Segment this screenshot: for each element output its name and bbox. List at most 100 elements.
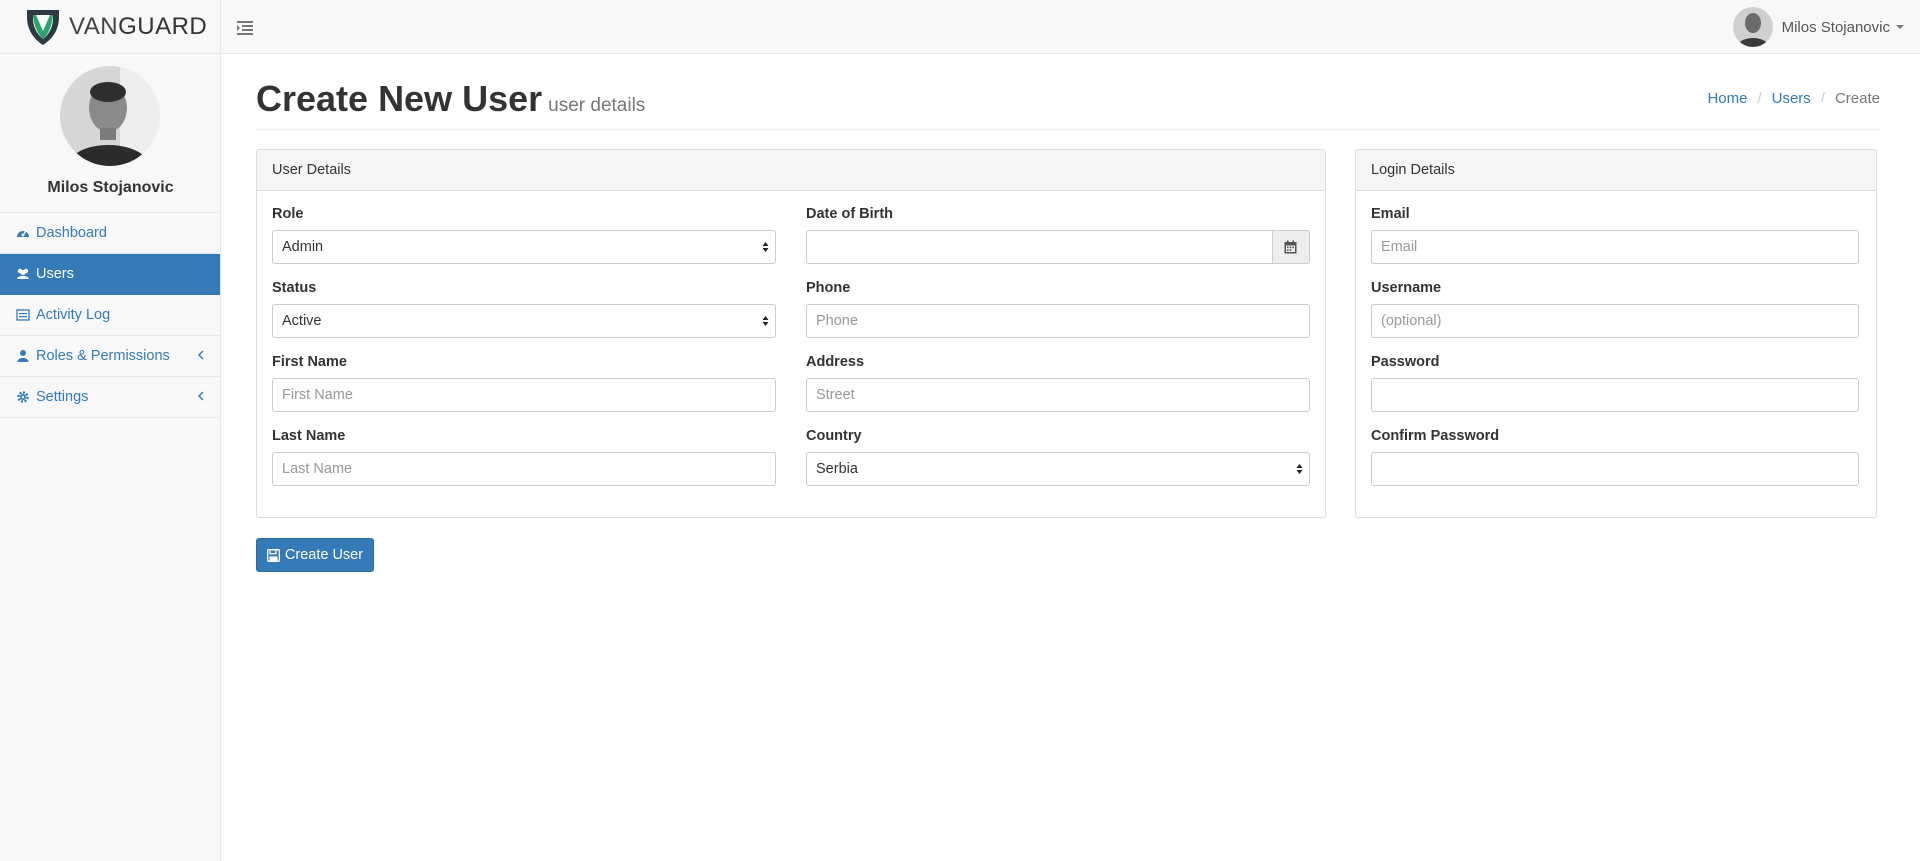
- sidebar-profile: Milos Stojanovic: [0, 54, 220, 213]
- dashboard-icon: [17, 230, 29, 237]
- breadcrumb-home-link[interactable]: Home: [1707, 90, 1747, 107]
- login-details-panel: Login Details Email Email Username (opti…: [1355, 149, 1877, 518]
- create-user-button[interactable]: Create User: [256, 538, 374, 572]
- password-input[interactable]: [1371, 378, 1859, 412]
- sidebar-item-label: Dashboard: [36, 225, 107, 241]
- address-label: Address: [806, 354, 865, 370]
- username-label: Username: [1371, 280, 1442, 296]
- page-title: Create New User user details: [256, 78, 645, 120]
- calendar-button[interactable]: [1272, 230, 1310, 264]
- select-arrows-icon: [762, 316, 769, 326]
- user-details-heading: User Details: [257, 150, 1325, 191]
- sidebar-item-label: Settings: [36, 389, 89, 405]
- login-details-heading: Login Details: [1356, 150, 1876, 191]
- role-select[interactable]: Admin: [272, 230, 776, 264]
- phone-placeholder: Phone: [816, 313, 858, 329]
- address-input[interactable]: Street: [806, 378, 1310, 412]
- select-arrows-icon: [1296, 464, 1303, 474]
- breadcrumb-users-link[interactable]: Users: [1772, 90, 1811, 107]
- first-name-input[interactable]: First Name: [272, 378, 776, 412]
- sidebar-item-users[interactable]: Users: [0, 254, 220, 295]
- breadcrumb-separator: /: [1757, 90, 1762, 107]
- username-placeholder: (optional): [1381, 313, 1442, 329]
- country-select[interactable]: Serbia: [806, 452, 1310, 486]
- phone-field: Phone Phone: [806, 280, 1310, 338]
- username-input[interactable]: (optional): [1371, 304, 1859, 338]
- phone-label: Phone: [806, 280, 851, 296]
- breadcrumb-separator: /: [1820, 90, 1825, 107]
- create-user-label: Create User: [284, 547, 364, 563]
- page-subtitle: user details: [548, 95, 646, 116]
- email-label: Email: [1371, 206, 1410, 222]
- last-name-input[interactable]: Last Name: [272, 452, 776, 486]
- select-arrows-icon: [762, 242, 769, 252]
- phone-input[interactable]: Phone: [806, 304, 1310, 338]
- profile-name: Milos Stojanovic: [47, 179, 174, 196]
- last-name-field: Last Name Last Name: [272, 428, 776, 486]
- country-field: Country Serbia: [806, 428, 1310, 486]
- user-menu-dropdown[interactable]: Milos Stojanovic: [1732, 6, 1904, 48]
- calendar-icon: [1284, 240, 1297, 254]
- avatar: [1732, 7, 1773, 47]
- brand-name-light: VAN: [69, 13, 119, 40]
- sidebar-item-label: Roles & Permissions: [36, 348, 170, 364]
- last-name-placeholder: Last Name: [282, 461, 353, 477]
- password-label: Password: [1371, 354, 1440, 370]
- vanguard-shield-logo-icon: [27, 10, 59, 45]
- breadcrumb: Home / Users / Create: [1707, 90, 1880, 107]
- brand-name-bold: GUARD: [118, 13, 208, 40]
- address-placeholder: Street: [816, 387, 855, 403]
- sidebar-item-roles-permissions[interactable]: Roles & Permissions: [0, 336, 220, 377]
- status-field: Status Active: [272, 280, 776, 338]
- role-selected-value: Admin: [282, 239, 324, 255]
- chevron-left-icon: [197, 391, 204, 401]
- email-placeholder: Email: [1381, 239, 1418, 255]
- sidebar-item-dashboard[interactable]: Dashboard: [0, 213, 220, 254]
- caret-down-icon: [1896, 25, 1904, 29]
- sidebar-item-settings[interactable]: Settings: [0, 377, 220, 418]
- user-details-panel: User Details Role Admin Status Active Fi…: [256, 149, 1326, 518]
- role-field: Role Admin: [272, 206, 776, 264]
- sidebar-item-label: Activity Log: [36, 307, 111, 323]
- profile-avatar: [60, 66, 160, 166]
- user-name: Milos Stojanovic: [1781, 18, 1890, 36]
- first-name-label: First Name: [272, 354, 347, 370]
- save-icon: [266, 548, 280, 562]
- users-icon: [17, 268, 29, 279]
- brand-logo-link[interactable]: VANGUARD: [0, 0, 221, 54]
- status-selected-value: Active: [282, 313, 322, 329]
- brand-name: VANGUARD: [69, 13, 207, 41]
- sidebar-item-label: Users: [36, 266, 74, 282]
- date-of-birth-field: Date of Birth: [806, 206, 1310, 264]
- main-content: Create New User user details Home / Users…: [221, 54, 1920, 861]
- status-label: Status: [272, 280, 317, 296]
- confirm-password-input[interactable]: [1371, 452, 1859, 486]
- confirm-password-label: Confirm Password: [1371, 428, 1500, 444]
- email-input[interactable]: Email: [1371, 230, 1859, 264]
- email-field: Email Email: [1371, 206, 1859, 264]
- country-selected-value: Serbia: [816, 461, 858, 477]
- role-label: Role: [272, 206, 304, 222]
- confirm-password-field: Confirm Password: [1371, 428, 1859, 486]
- country-label: Country: [806, 428, 862, 444]
- status-select[interactable]: Active: [272, 304, 776, 338]
- date-of-birth-label: Date of Birth: [806, 206, 893, 222]
- list-icon: [16, 309, 30, 321]
- address-field: Address Street: [806, 354, 1310, 412]
- sidebar: Milos Stojanovic Dashboard Users Activit…: [0, 54, 221, 861]
- sidebar-toggle-icon[interactable]: [236, 18, 254, 36]
- page-header: Create New User user details Home / Users…: [256, 78, 1880, 130]
- gear-icon: [17, 391, 29, 403]
- breadcrumb-current: Create: [1834, 90, 1880, 107]
- top-navbar: VANGUARD Milos Stojanovic: [0, 0, 1920, 54]
- date-of-birth-group: [806, 230, 1310, 264]
- last-name-label: Last Name: [272, 428, 346, 444]
- sidebar-item-activity-log[interactable]: Activity Log: [0, 295, 220, 336]
- first-name-field: First Name First Name: [272, 354, 776, 412]
- date-of-birth-input[interactable]: [806, 230, 1273, 264]
- chevron-left-icon: [197, 350, 204, 360]
- username-field: Username (optional): [1371, 280, 1859, 338]
- page-title-text: Create New User: [256, 78, 543, 119]
- first-name-placeholder: First Name: [282, 387, 353, 403]
- password-field: Password: [1371, 354, 1859, 412]
